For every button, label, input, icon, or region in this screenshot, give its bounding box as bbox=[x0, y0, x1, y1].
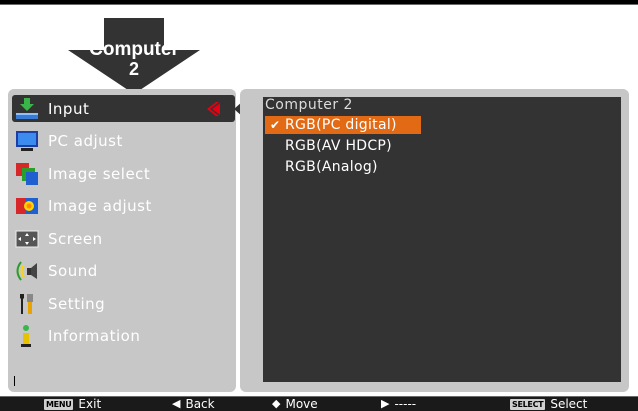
input-submenu: Computer 2 ✔ RGB(PC digital) RGB(AV HDCP… bbox=[240, 89, 629, 392]
info-icon bbox=[14, 323, 40, 349]
next-hint: ▶ ----- bbox=[381, 397, 416, 411]
option-rgb-analog[interactable]: RGB(Analog) bbox=[265, 158, 421, 176]
menu-item-label: Information bbox=[48, 326, 141, 345]
option-label: RGB(AV HDCP) bbox=[285, 138, 392, 154]
source-label-line1: Computer bbox=[89, 39, 179, 60]
tools-icon bbox=[14, 291, 40, 317]
check-icon: ✔ bbox=[270, 118, 281, 132]
input-icon bbox=[14, 96, 40, 122]
next-label: ----- bbox=[394, 397, 417, 411]
option-label: RGB(PC digital) bbox=[285, 117, 397, 133]
up-down-arrow-icon: ◆ bbox=[272, 397, 281, 410]
menu-item-label: Image select bbox=[48, 164, 151, 183]
monitor-icon bbox=[14, 128, 40, 154]
menu-item-input[interactable]: Input bbox=[12, 95, 243, 122]
menu-item-label: Setting bbox=[48, 294, 106, 313]
back-label: Back bbox=[185, 397, 215, 411]
option-rgb-pc-digital[interactable]: ✔ RGB(PC digital) bbox=[265, 116, 421, 134]
select-label: Select bbox=[550, 397, 588, 411]
main-menu: Input PC adjust Image select Image adjus… bbox=[8, 89, 243, 392]
menu-item-information[interactable]: Information bbox=[12, 322, 235, 349]
chevron-left-icon bbox=[207, 102, 220, 116]
submenu-title: Computer 2 bbox=[265, 97, 353, 113]
menu-item-pc-adjust[interactable]: PC adjust bbox=[12, 127, 235, 154]
option-label: RGB(Analog) bbox=[285, 159, 378, 175]
triangle-left-icon: ◀ bbox=[172, 397, 181, 410]
triangle-right-icon: ▶ bbox=[381, 397, 390, 410]
menu-item-label: PC adjust bbox=[48, 131, 123, 150]
source-label-line2: 2 bbox=[128, 59, 139, 79]
option-rgb-av-hdcp[interactable]: RGB(AV HDCP) bbox=[265, 137, 421, 155]
move-hint: ◆ Move bbox=[272, 397, 318, 411]
menu-item-sound[interactable]: Sound bbox=[12, 257, 235, 284]
divider bbox=[14, 376, 15, 386]
screen-icon bbox=[14, 226, 40, 252]
speaker-icon bbox=[14, 258, 40, 284]
move-label: Move bbox=[285, 397, 318, 411]
menu-item-label: Input bbox=[48, 99, 90, 118]
menu-item-label: Sound bbox=[48, 261, 98, 280]
menu-item-image-adjust[interactable]: Image adjust bbox=[12, 192, 235, 219]
menu-item-label: Screen bbox=[48, 229, 103, 248]
source-indicator-arrow: Computer 2 bbox=[66, 16, 202, 96]
select-hint: SELECT Select bbox=[510, 397, 587, 411]
select-key-badge: SELECT bbox=[510, 398, 546, 410]
image-adjust-icon bbox=[14, 193, 40, 219]
menu-item-image-select[interactable]: Image select bbox=[12, 160, 235, 187]
menu-key-badge: MENU bbox=[44, 398, 74, 410]
top-bar bbox=[0, 0, 638, 5]
menu-item-screen[interactable]: Screen bbox=[12, 225, 235, 252]
menu-item-setting[interactable]: Setting bbox=[12, 290, 235, 317]
exit-label: Exit bbox=[78, 397, 102, 411]
exit-hint: MENU Exit bbox=[44, 397, 101, 411]
submenu-list: Computer 2 ✔ RGB(PC digital) RGB(AV HDCP… bbox=[263, 97, 621, 382]
back-hint: ◀ Back bbox=[172, 397, 215, 411]
menu-item-label: Image adjust bbox=[48, 196, 152, 215]
image-select-icon bbox=[14, 161, 40, 187]
status-bar: MENU Exit ◀ Back ◆ Move ▶ ----- SELECT S… bbox=[0, 396, 638, 411]
